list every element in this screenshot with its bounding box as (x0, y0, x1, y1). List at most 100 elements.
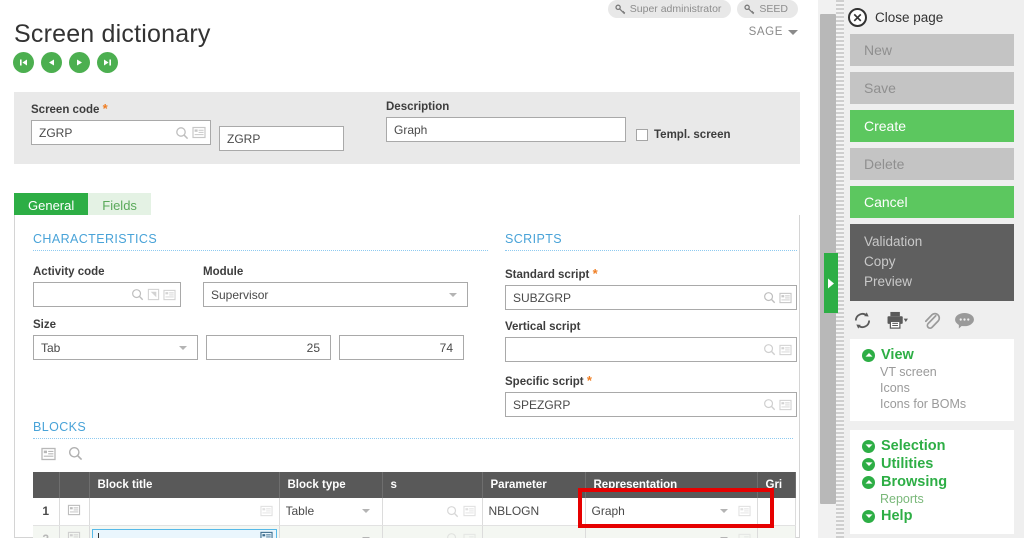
vertical-script-input[interactable] (505, 337, 797, 362)
new-button[interactable]: New (850, 34, 1014, 66)
group-view[interactable]: View (850, 346, 1014, 364)
templ-screen-checkbox[interactable] (636, 129, 648, 141)
description-input[interactable]: Graph (386, 117, 626, 142)
screen-code-input[interactable]: ZGRP (31, 120, 211, 145)
refresh-icon[interactable] (852, 311, 873, 330)
module-select[interactable]: Supervisor (203, 282, 468, 307)
col-select[interactable] (33, 472, 60, 498)
menu-item-reports[interactable]: Reports (850, 491, 1014, 507)
next-record-button[interactable] (69, 52, 90, 73)
cell-representation[interactable] (585, 525, 758, 538)
templ-screen-label: Templ. screen (654, 129, 731, 141)
search-icon[interactable] (446, 505, 459, 518)
row-menu-icon[interactable] (59, 498, 90, 526)
lookup-list-icon[interactable] (462, 505, 476, 517)
table-row[interactable]: 2 (33, 525, 796, 538)
search-icon[interactable] (131, 288, 144, 301)
lookup-list-icon[interactable] (462, 533, 476, 538)
group-selection[interactable]: Selection (850, 437, 1014, 455)
cell-representation[interactable]: Graph (585, 498, 758, 526)
col-fields[interactable]: s (382, 472, 483, 498)
cancel-button[interactable]: Cancel (850, 186, 1014, 218)
cell-block-type[interactable]: Table (279, 498, 383, 526)
lookup-list-icon[interactable] (779, 399, 792, 411)
col-block-title[interactable]: Block title (89, 472, 280, 498)
first-record-button[interactable] (13, 52, 34, 73)
search-icon[interactable] (763, 291, 776, 304)
previous-record-button[interactable] (41, 52, 62, 73)
group-help[interactable]: Help (850, 507, 1014, 525)
search-icon[interactable] (763, 398, 776, 411)
cell-block-title[interactable] (89, 498, 280, 526)
menu-item-icons-for-boms[interactable]: Icons for BOMs (850, 396, 1014, 412)
col-actions[interactable] (59, 472, 90, 498)
activity-code-input[interactable] (33, 282, 181, 307)
search-icon[interactable] (446, 532, 459, 538)
cell-block-type[interactable] (279, 525, 383, 538)
preview-action[interactable]: Preview (864, 272, 1014, 292)
jump-to-icon[interactable] (147, 288, 160, 301)
chevron-down-icon (788, 29, 798, 35)
row-menu-icon[interactable] (59, 525, 90, 538)
cell-parameter[interactable] (482, 525, 586, 538)
attachment-icon[interactable] (922, 311, 941, 330)
menu-item-icons[interactable]: Icons (850, 380, 1014, 396)
cell-parameter[interactable]: NBLOGN (482, 498, 586, 526)
vertical-script-group: Vertical script (505, 321, 797, 362)
cell-fields[interactable] (382, 525, 483, 538)
size-value-2-input[interactable]: 74 (339, 335, 464, 360)
cell-grid[interactable] (757, 498, 796, 526)
collapse-panel-handle[interactable] (824, 253, 838, 313)
blocks-table: Block title Block type s Parameter Repre… (33, 472, 796, 538)
badge-super-administrator[interactable]: Super administrator (607, 0, 732, 18)
search-icon[interactable] (763, 343, 776, 356)
brand-menu[interactable]: SAGE (749, 26, 798, 38)
lookup-list-icon[interactable] (163, 289, 176, 301)
chevron-up-icon (862, 348, 875, 362)
delete-button[interactable]: Delete (850, 148, 1014, 180)
templ-screen-group[interactable]: Templ. screen (636, 129, 731, 141)
search-icon[interactable] (68, 446, 83, 466)
comment-icon[interactable] (954, 312, 975, 329)
print-icon[interactable] (886, 311, 909, 330)
col-parameter[interactable]: Parameter (482, 472, 586, 498)
standard-script-input[interactable]: SUBZGRP (505, 285, 797, 310)
badge-seed[interactable]: SEED (737, 0, 798, 18)
close-page-row[interactable]: ✕ Close page (838, 0, 1024, 34)
col-block-type[interactable]: Block type (279, 472, 383, 498)
scripts-section: SCRIPTS Standard script * SUBZGRP Vertic… (505, 232, 797, 417)
block-type-value: Table (285, 504, 315, 519)
specific-script-input[interactable]: SPEZGRP (505, 392, 797, 417)
cell-block-title[interactable] (89, 525, 280, 538)
search-icon[interactable] (175, 126, 189, 140)
cell-fields[interactable] (382, 498, 483, 526)
standard-script-value: SUBZGRP (513, 290, 572, 305)
description-value: Graph (394, 122, 428, 137)
lookup-list-icon[interactable] (779, 344, 792, 356)
group-utilities[interactable]: Utilities (850, 455, 1014, 473)
group-browsing[interactable]: Browsing (850, 473, 1014, 491)
create-button[interactable]: Create (850, 110, 1014, 142)
screen-code-secondary-input[interactable]: ZGRP (219, 126, 344, 151)
copy-action[interactable]: Copy (864, 252, 1014, 272)
last-record-button[interactable] (97, 52, 118, 73)
lookup-list-icon[interactable] (192, 126, 206, 139)
table-row[interactable]: 1 Table NBLOGN Graph (33, 498, 796, 526)
lookup-list-icon[interactable] (737, 505, 751, 517)
lookup-list-icon[interactable] (259, 531, 273, 538)
col-representation[interactable]: Representation (585, 472, 758, 498)
lookup-list-icon[interactable] (737, 533, 751, 538)
close-icon[interactable]: ✕ (848, 8, 867, 27)
lookup-list-icon[interactable] (259, 505, 273, 517)
size-type-select[interactable]: Tab (33, 335, 198, 360)
col-grid[interactable]: Gri (757, 472, 796, 498)
block-title-input-focused[interactable] (91, 529, 277, 538)
cell-grid[interactable] (757, 525, 796, 538)
save-button[interactable]: Save (850, 72, 1014, 104)
lookup-list-icon[interactable] (779, 292, 792, 304)
size-value-1-input[interactable]: 25 (206, 335, 331, 360)
menu-item-vt-screen[interactable]: VT screen (850, 364, 1014, 380)
group-view-label: View (881, 347, 914, 363)
validation-action[interactable]: Validation (864, 232, 1014, 252)
table-options-icon[interactable] (41, 447, 56, 466)
